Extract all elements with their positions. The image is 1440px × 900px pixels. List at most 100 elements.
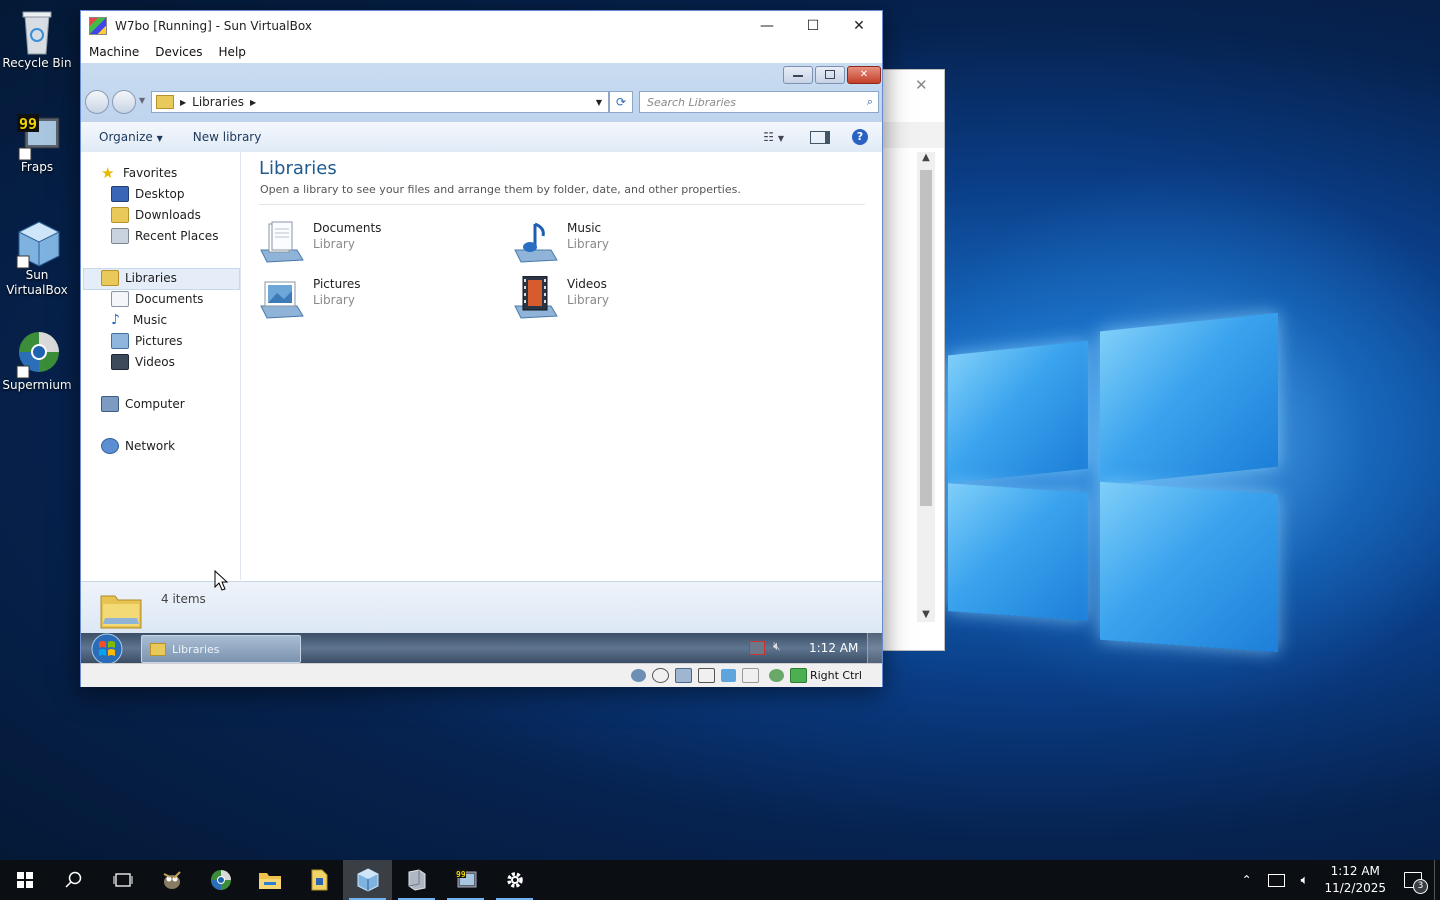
desktop-icon-supermium[interactable]: Supermium — [0, 330, 74, 392]
library-name: Videos — [567, 277, 607, 291]
address-bar[interactable]: ▶ Libraries ▶ ▼ — [151, 91, 609, 113]
forward-button[interactable] — [112, 90, 136, 114]
guest-task-libraries[interactable]: Libraries — [141, 635, 301, 663]
documents-icon — [111, 291, 129, 307]
new-library-button[interactable]: New library — [193, 130, 262, 144]
library-item-music[interactable]: Music Library — [513, 220, 609, 264]
host-key-icon[interactable] — [789, 668, 807, 683]
taskbar-app-fraps[interactable]: 99 — [441, 860, 490, 900]
menu-help[interactable]: Help — [211, 45, 254, 59]
library-item-documents[interactable]: Documents Library — [259, 220, 381, 264]
show-desktop-button[interactable] — [1434, 860, 1440, 900]
scroll-down-icon[interactable]: ▼ — [917, 609, 935, 620]
library-item-pictures[interactable]: Pictures Library — [259, 276, 361, 320]
nav-computer[interactable]: Computer — [101, 395, 185, 413]
maximize-button[interactable]: ☐ — [790, 11, 836, 41]
guest-tray-volume-icon[interactable]: 🔇︎ — [773, 639, 781, 654]
wallpaper-pane — [1100, 481, 1278, 653]
menu-devices[interactable]: Devices — [147, 45, 210, 59]
taskbar-app-document[interactable] — [294, 860, 343, 900]
display-icon[interactable] — [741, 668, 759, 683]
search-button[interactable] — [49, 860, 98, 900]
preview-pane-icon[interactable] — [810, 130, 830, 144]
nav-libraries[interactable]: Libraries — [101, 269, 177, 287]
minimize-button[interactable]: — — [744, 11, 790, 41]
breadcrumb-chevron-icon: ▶ — [249, 97, 257, 107]
task-folder-icon — [150, 642, 166, 656]
show-hidden-icons-chevron-icon[interactable]: ⌃ — [1242, 873, 1252, 887]
guest-tray-network-icon[interactable] — [749, 641, 765, 655]
recent-pages-dropdown[interactable]: ▼ — [139, 96, 145, 105]
network-adapter-icon[interactable] — [674, 668, 692, 683]
refresh-button[interactable]: ⟳ — [609, 91, 633, 113]
supermium-icon — [15, 330, 59, 379]
optical-drive-icon[interactable] — [651, 668, 669, 683]
desktop-icon-label: Fraps — [20, 160, 54, 174]
search-icon[interactable]: ⌕ — [867, 95, 873, 109]
file-explorer-icon — [258, 873, 281, 889]
search-input[interactable]: Search Libraries ⌕ — [639, 91, 879, 113]
virtualbox-title-bar[interactable]: W7bo [Running] - Sun VirtualBox — ☐ ✕ — [81, 11, 882, 41]
usb-icon[interactable] — [697, 668, 715, 683]
nav-network[interactable]: Network — [101, 437, 175, 455]
explorer-restore-button[interactable] — [815, 66, 845, 84]
view-options-icon[interactable]: ☷ ▼ — [763, 130, 784, 144]
guest-show-desktop[interactable] — [867, 633, 882, 663]
scroll-up-icon[interactable]: ▲ — [917, 152, 935, 163]
nav-music[interactable]: ♪ Music — [111, 311, 167, 329]
network-status-icon[interactable] — [1267, 873, 1285, 887]
nav-favorites[interactable]: ★ Favorites — [101, 164, 177, 182]
volume-muted-icon[interactable]: 🔈︎ — [1301, 873, 1309, 888]
system-clock[interactable]: 1:12 AM 11/2/2025 — [1324, 863, 1386, 897]
close-icon[interactable]: ✕ — [915, 76, 928, 94]
explorer-close-button[interactable]: ✕ — [847, 66, 881, 84]
organize-button[interactable]: Organize ▼ — [99, 130, 163, 144]
address-dropdown-icon[interactable]: ▼ — [596, 98, 602, 107]
taskbar-app-virtual-machine[interactable] — [392, 860, 441, 900]
virtualbox-app-icon — [89, 17, 107, 35]
nav-recent-places[interactable]: Recent Places — [111, 227, 218, 245]
task-view-button[interactable] — [98, 860, 147, 900]
scroll-thumb[interactable] — [920, 170, 932, 506]
guest-clock[interactable]: 1:12 AM — [809, 641, 858, 655]
menu-machine[interactable]: Machine — [81, 45, 147, 59]
taskbar-app-virtualbox[interactable] — [343, 860, 392, 900]
taskbar-app-settings[interactable] — [490, 860, 539, 900]
clock-time: 1:12 AM — [1330, 864, 1380, 878]
start-button[interactable] — [0, 860, 49, 900]
library-name: Documents — [313, 221, 382, 235]
nav-downloads[interactable]: Downloads — [111, 206, 201, 224]
nav-documents[interactable]: Documents — [111, 290, 203, 308]
nav-videos[interactable]: Videos — [111, 353, 175, 371]
explorer-minimize-button[interactable] — [783, 66, 813, 84]
taskbar-app-gimp[interactable] — [147, 860, 196, 900]
taskbar-app-file-explorer[interactable] — [245, 860, 294, 900]
back-button[interactable] — [85, 90, 109, 114]
host-key-label: Right Ctrl — [809, 669, 862, 682]
documents-library-icon — [259, 220, 305, 264]
mouse-integration-icon[interactable] — [768, 669, 784, 682]
recent-places-icon — [111, 228, 129, 244]
search-placeholder: Search Libraries — [647, 95, 737, 109]
close-button[interactable]: ✕ — [836, 11, 882, 41]
taskbar-app-supermium[interactable] — [196, 860, 245, 900]
breadcrumb-libraries[interactable]: Libraries — [192, 95, 244, 109]
vertical-scrollbar[interactable]: ▲ ▼ — [917, 152, 935, 622]
library-item-videos[interactable]: Videos Library — [513, 275, 609, 320]
desktop-icon-recycle-bin[interactable]: Recycle Bin — [0, 8, 74, 70]
windows7-start-button[interactable] — [89, 633, 125, 663]
desktop-icon-fraps[interactable]: 99 Fraps — [0, 112, 74, 174]
content-pane: Libraries Open a library to see your fil… — [241, 152, 882, 580]
shared-folders-icon[interactable] — [720, 669, 736, 682]
libraries-icon — [101, 270, 119, 286]
nav-pictures[interactable]: Pictures — [111, 332, 183, 350]
desktop-icon-label: Supermium — [2, 378, 72, 392]
nav-desktop[interactable]: Desktop — [111, 185, 185, 203]
hard-disk-icon[interactable] — [630, 669, 646, 682]
guest-screen[interactable]: ✕ ▼ ▶ Libraries ▶ ▼ ⟳ Search Libraries ⌕… — [81, 63, 882, 663]
help-icon[interactable]: ? — [852, 129, 868, 145]
desktop-icon-sun-virtualbox[interactable]: Sun VirtualBox — [0, 220, 74, 298]
pictures-library-icon — [259, 276, 305, 320]
wallpaper-pane — [948, 483, 1088, 621]
action-center-icon[interactable]: 3 — [1404, 872, 1428, 894]
